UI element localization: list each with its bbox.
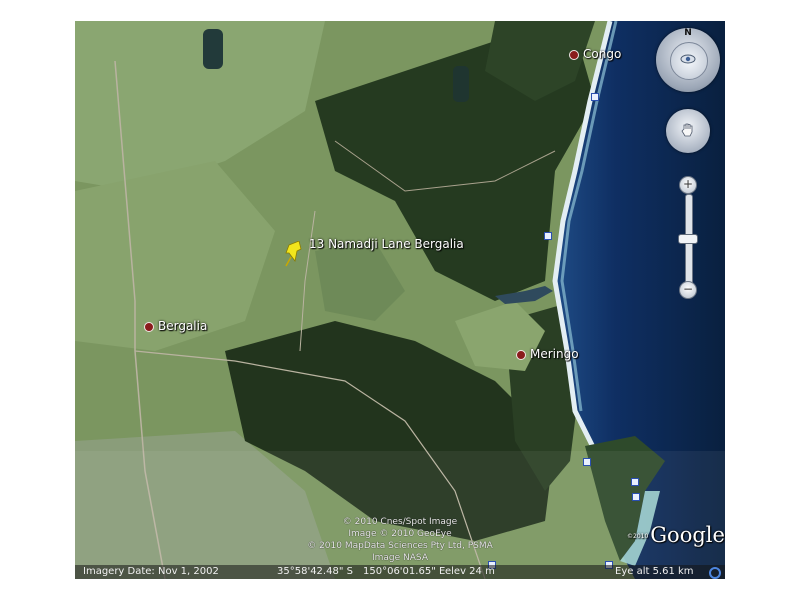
place-marker-icon (569, 49, 579, 60)
zoom-slider[interactable]: + − (678, 176, 698, 301)
pan-control[interactable] (666, 109, 710, 153)
pushpin-icon[interactable] (283, 241, 305, 267)
pin-label[interactable]: 13 Namadji Lane Bergalia (309, 237, 464, 251)
eye-altitude-readout: Eye alt 5.61 km (615, 566, 694, 577)
imagery-date: Imagery Date: Nov 1, 2002 (83, 566, 219, 577)
google-logo: ©2010Google (627, 523, 725, 547)
place-label: Meringo (530, 347, 579, 361)
place-congo[interactable]: Congo (569, 47, 621, 61)
place-label: Bergalia (158, 319, 208, 333)
attribution-line: © 2010 MapData Sciences Pty Ltd, PSMA (307, 541, 493, 551)
zoom-in-button[interactable]: + (679, 176, 697, 194)
poi-marker-icon[interactable] (632, 493, 640, 501)
zoom-out-button[interactable]: − (679, 281, 697, 299)
attribution-line: Image © 2010 GeoEye (348, 529, 452, 539)
logo-prefix: ©2010 (627, 533, 649, 540)
place-marker-icon (516, 349, 526, 360)
place-marker-icon (144, 321, 154, 332)
place-meringo[interactable]: Meringo (516, 347, 579, 361)
map-viewport[interactable]: Congo Bergalia Meringo 13 Namadji Lane B… (75, 21, 725, 579)
latitude-readout: 35°58'42.48" S (277, 566, 353, 577)
north-label: N (684, 28, 692, 38)
poi-marker-icon[interactable] (544, 232, 552, 240)
hand-icon (681, 123, 693, 137)
compass-control[interactable]: N (656, 28, 720, 92)
poi-marker-icon[interactable] (631, 478, 639, 486)
zoom-thumb[interactable] (678, 234, 698, 244)
place-bergalia[interactable]: Bergalia (144, 319, 207, 333)
status-bar: Imagery Date: Nov 1, 2002 35°58'42.48" S… (75, 565, 725, 579)
poi-marker-icon[interactable] (591, 93, 599, 101)
eye-icon (680, 54, 696, 64)
place-label: Congo (583, 47, 622, 61)
attribution-line: © 2010 Cnes/Spot Image (342, 517, 458, 527)
attribution-line: Image NASA (372, 553, 428, 563)
attribution: © 2010 Cnes/Spot Image Image © 2010 GeoE… (280, 516, 520, 564)
elevation-readout: elev 24 m (445, 566, 495, 577)
logo-text: Google (650, 523, 725, 547)
longitude-readout: 150°06'01.65" E (363, 566, 446, 577)
satellite-imagery[interactable] (75, 21, 725, 579)
streaming-indicator-icon (709, 567, 721, 579)
poi-marker-icon[interactable] (583, 458, 591, 466)
